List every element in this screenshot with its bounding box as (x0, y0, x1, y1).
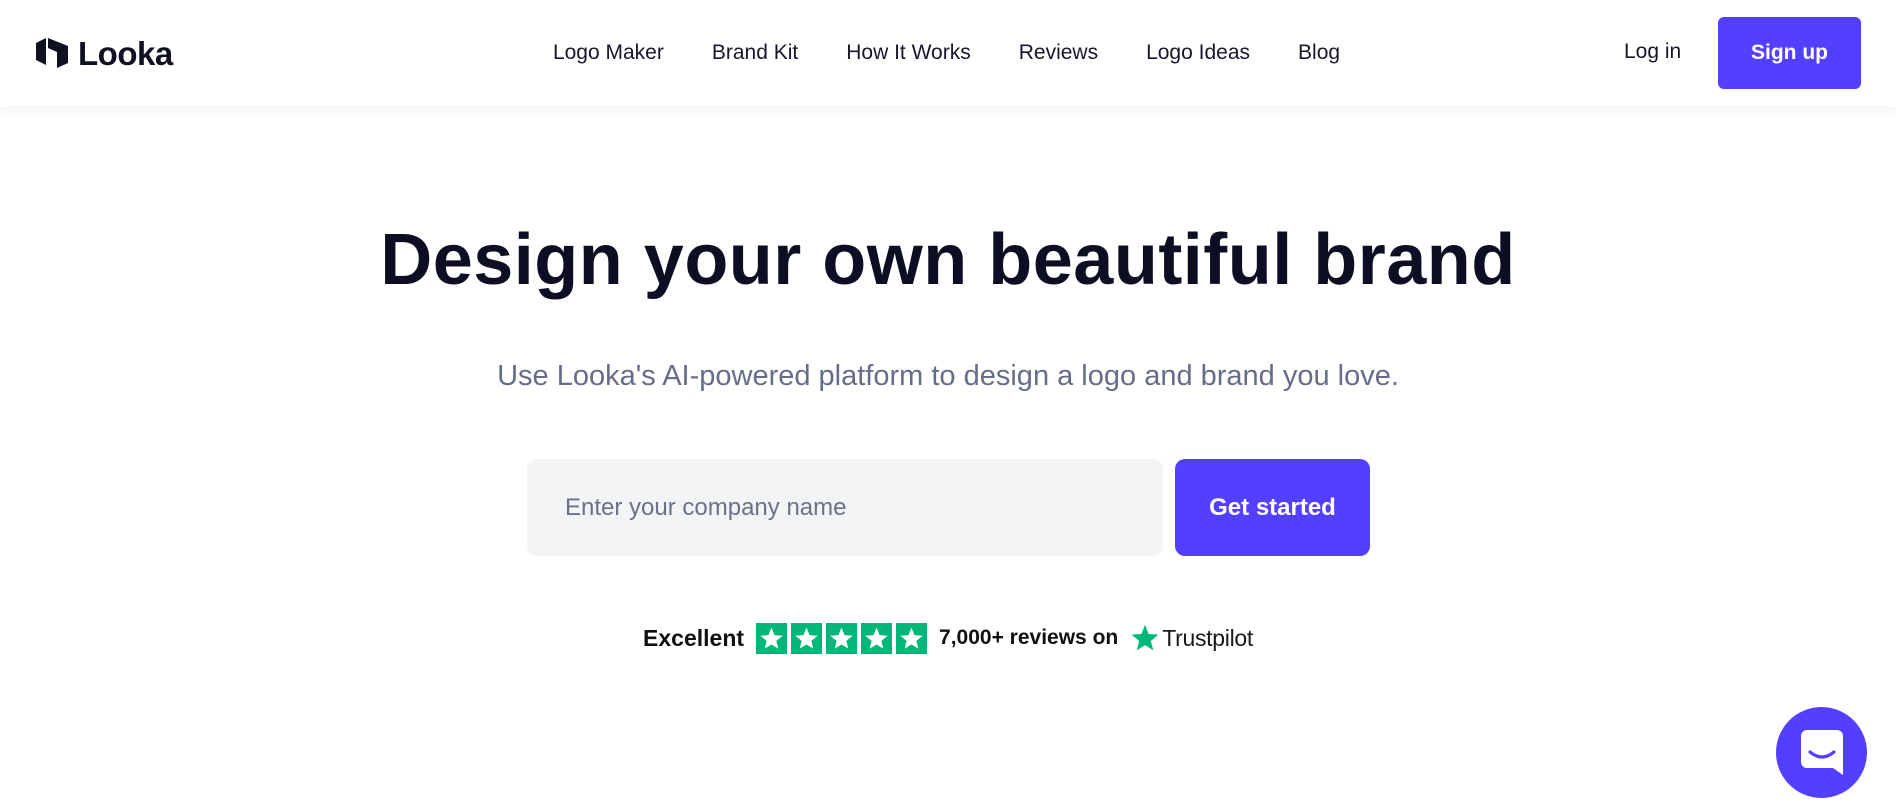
star-icon (826, 622, 858, 654)
brand-name: Looka (78, 34, 173, 72)
chat-launcher-button[interactable] (1776, 707, 1867, 798)
nav-how-it-works[interactable]: How It Works (846, 41, 970, 65)
trustpilot-rating: Excellent 7,000+ reviews on Trustpilot (0, 620, 1896, 656)
login-link[interactable]: Log in (1624, 40, 1681, 64)
main-nav: Logo Maker Brand Kit How It Works Review… (0, 0, 1896, 106)
trustpilot-wordmark: Trustpilot (1162, 624, 1253, 651)
star-icon (896, 622, 928, 654)
chat-icon (1800, 729, 1843, 775)
trustpilot-star-icon (1130, 623, 1160, 653)
looka-logo-link[interactable]: Looka (34, 34, 173, 72)
looka-logo-icon (36, 38, 68, 68)
get-started-button[interactable]: Get started (1175, 459, 1370, 556)
hero-title: Design your own beautiful brand (380, 220, 1516, 300)
signup-button[interactable]: Sign up (1718, 17, 1861, 89)
rating-stars (756, 622, 928, 654)
nav-blog[interactable]: Blog (1298, 41, 1340, 65)
nav-reviews[interactable]: Reviews (1019, 41, 1098, 65)
company-name-form: Get started (527, 459, 1370, 556)
star-icon (791, 622, 823, 654)
trustpilot-link[interactable]: Trustpilot (1130, 623, 1253, 653)
hero-subtitle: Use Looka's AI-powered platform to desig… (497, 360, 1399, 392)
nav-logo-ideas[interactable]: Logo Ideas (1146, 41, 1250, 65)
nav-logo-maker[interactable]: Logo Maker (553, 41, 664, 65)
company-name-input[interactable] (527, 459, 1163, 556)
star-icon (756, 622, 788, 654)
nav-brand-kit[interactable]: Brand Kit (712, 41, 798, 65)
star-icon (861, 622, 893, 654)
site-header: Looka Logo Maker Brand Kit How It Works … (0, 0, 1896, 106)
rating-text: Excellent (643, 624, 745, 651)
reviews-count: 7,000+ reviews on (939, 626, 1119, 649)
